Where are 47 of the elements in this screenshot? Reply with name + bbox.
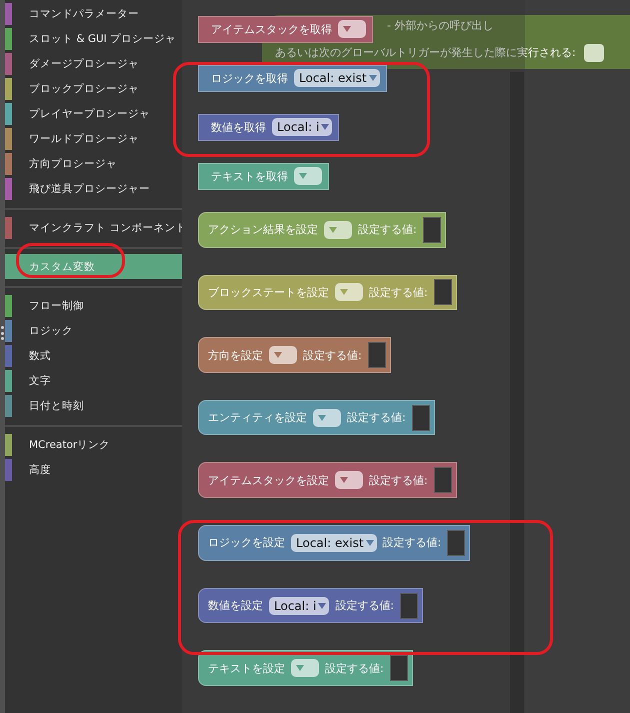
variable-dropdown[interactable] xyxy=(291,659,319,678)
category-item[interactable]: スロット & GUI プロシージャ xyxy=(5,26,182,51)
category-item[interactable]: 数式 xyxy=(5,343,182,368)
category-item[interactable]: フロー制御 xyxy=(5,293,182,318)
value-socket[interactable] xyxy=(400,592,418,618)
category-item[interactable]: 日付と時刻 xyxy=(5,393,182,418)
setter-block[interactable]: アイテムスタックを設定 設定する値: xyxy=(198,462,457,498)
value-socket[interactable] xyxy=(422,216,441,243)
getter-block[interactable]: ロジックを取得 Local: exist xyxy=(198,64,387,92)
category-item[interactable]: 飛び道具プロシージャー xyxy=(5,176,182,201)
variable-dropdown[interactable] xyxy=(335,471,363,490)
category-item[interactable]: ロジック xyxy=(5,318,182,343)
variable-dropdown[interactable] xyxy=(269,346,297,364)
variable-dropdown[interactable]: Local: exist xyxy=(294,69,380,88)
setter-block[interactable]: 数値を設定 Local: i 設定する値: xyxy=(198,588,424,624)
setter-block[interactable]: 方向を設定 設定する値: xyxy=(198,337,391,373)
variable-dropdown[interactable] xyxy=(338,20,366,38)
getter-block[interactable]: アイテムスタックを取得 xyxy=(198,16,373,43)
value-socket[interactable] xyxy=(368,342,386,368)
category-item[interactable]: 文字 xyxy=(5,368,182,393)
category-item[interactable]: ブロックプロシージャ xyxy=(5,76,182,101)
variable-dropdown[interactable] xyxy=(294,167,322,186)
block-field[interactable] xyxy=(584,44,604,62)
drag-handle-icon[interactable] xyxy=(0,326,5,340)
variable-dropdown[interactable] xyxy=(324,220,352,239)
block-text: あるいは次のグローバルトリガーが発生した際に実行される: xyxy=(275,45,576,61)
value-socket[interactable] xyxy=(434,279,452,306)
category-item[interactable]: MCreatorリンク xyxy=(5,432,182,457)
getter-block[interactable]: 数値を取得 Local: i xyxy=(198,114,340,141)
value-socket[interactable] xyxy=(447,530,466,556)
variable-dropdown[interactable]: Local: i xyxy=(269,596,330,614)
value-socket[interactable] xyxy=(434,467,452,494)
variable-dropdown[interactable] xyxy=(313,408,341,427)
block-text: - 外部からの呼び出し xyxy=(387,18,494,34)
category-item[interactable]: プレイヤープロシージャ xyxy=(5,101,182,126)
value-socket[interactable] xyxy=(390,655,408,682)
setter-block[interactable]: ロジックを設定 Local: exist 設定する値: xyxy=(198,525,470,561)
category-item[interactable]: 方向プロシージャ xyxy=(5,151,182,176)
variable-dropdown[interactable] xyxy=(335,283,363,302)
flyout-scrollbar[interactable] xyxy=(510,72,524,713)
category-item[interactable]: 高度 xyxy=(5,457,182,482)
value-socket[interactable] xyxy=(412,404,430,431)
category-item[interactable]: コマンドパラメーター xyxy=(5,1,182,26)
category-item[interactable]: ワールドプロシージャ xyxy=(5,126,182,151)
variable-dropdown[interactable]: Local: i xyxy=(272,118,332,136)
variable-dropdown[interactable]: Local: exist xyxy=(291,534,377,552)
category-item[interactable]: ダメージプロシージャ xyxy=(5,51,182,76)
